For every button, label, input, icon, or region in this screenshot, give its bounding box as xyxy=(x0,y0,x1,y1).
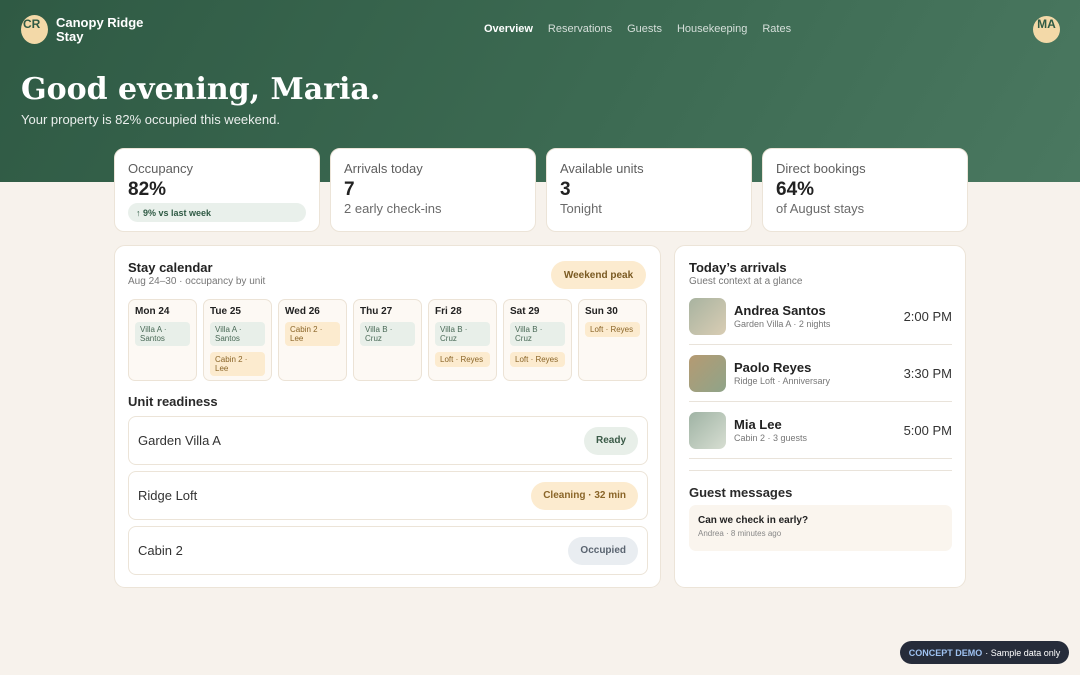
brand-logo: CR xyxy=(21,15,48,44)
demo-tag: CONCEPT DEMO xyxy=(908,647,983,658)
stay-block[interactable]: Loft · Reyes xyxy=(435,352,490,367)
divider xyxy=(689,470,952,471)
unit-row[interactable]: Garden Villa A Ready xyxy=(128,416,648,465)
stats-row: Occupancy 82% ↑ 9% vs last week Arrivals… xyxy=(114,148,968,232)
stay-block[interactable]: Villa A · Santos xyxy=(135,322,190,346)
greeting: Good evening, Maria. xyxy=(21,72,381,107)
unit-readiness-title: Unit readiness xyxy=(128,394,218,409)
day-name: Mon 24 xyxy=(135,306,170,317)
stay-block[interactable]: Loft · Reyes xyxy=(510,352,565,367)
arrivals-card: Today’s arrivals Guest context at a glan… xyxy=(674,245,966,588)
stat-sub: 2 early check-ins xyxy=(344,201,442,216)
unit-row[interactable]: Cabin 2 Occupied xyxy=(128,526,648,575)
message-meta: Andrea · 8 minutes ago xyxy=(698,529,782,538)
message-text: Can we check in early? xyxy=(698,515,809,526)
stat-value: 64% xyxy=(776,179,815,200)
day-sat-29[interactable]: Sat 29 Villa B · Cruz Loft · Reyes xyxy=(503,299,572,381)
guest-photo xyxy=(689,354,726,392)
brand-name: Canopy Ridge Stay xyxy=(56,14,144,44)
arrival-row[interactable]: Mia Lee Cabin 2 · 3 guests 5:00 PM xyxy=(689,402,952,459)
guest-meta: Garden Villa A · 2 nights xyxy=(734,319,831,329)
guest-photo xyxy=(689,411,726,449)
arrival-time: 5:00 PM xyxy=(903,422,952,438)
day-mon-24[interactable]: Mon 24 Villa A · Santos xyxy=(128,299,197,381)
stay-block[interactable]: Cabin 2 · Lee xyxy=(285,322,340,346)
brand[interactable]: CR Canopy Ridge Stay xyxy=(21,15,146,44)
stat-label: Available units xyxy=(560,161,644,176)
stat-direct-bookings[interactable]: Direct bookings 64% of August stays xyxy=(762,148,968,232)
user-avatar[interactable]: MA xyxy=(1033,16,1060,43)
stat-label: Direct bookings xyxy=(776,161,866,176)
arrivals-title: Today’s arrivals xyxy=(689,260,787,275)
status-badge: Occupied xyxy=(568,536,638,565)
nav-housekeeping[interactable]: Housekeeping xyxy=(677,23,747,35)
day-name: Sat 29 xyxy=(510,306,540,317)
stat-value: 7 xyxy=(344,179,355,200)
calendar-days: Mon 24 Villa A · Santos Tue 25 Villa A ·… xyxy=(128,299,647,381)
day-name: Sun 30 xyxy=(585,306,618,317)
unit-row[interactable]: Ridge Loft Cleaning · 32 min xyxy=(128,471,648,520)
stat-sub: of August stays xyxy=(776,201,865,216)
weekend-peak-badge: Weekend peak xyxy=(551,261,646,289)
demo-text: · Sample data only xyxy=(985,647,1061,658)
guest-name: Mia Lee xyxy=(734,417,782,432)
nav-overview[interactable]: Overview xyxy=(484,23,533,35)
stat-sub: Tonight xyxy=(560,201,602,216)
arrivals-subtitle: Guest context at a glance xyxy=(689,276,803,287)
arrival-time: 2:00 PM xyxy=(903,308,952,324)
greeting-subtitle: Your property is 82% occupied this weeke… xyxy=(21,112,280,127)
arrival-row[interactable]: Andrea Santos Garden Villa A · 2 nights … xyxy=(689,288,952,345)
day-thu-27[interactable]: Thu 27 Villa B · Cruz xyxy=(353,299,422,381)
stay-block[interactable]: Villa B · Cruz xyxy=(435,322,490,346)
day-name: Wed 26 xyxy=(285,306,320,317)
day-wed-26[interactable]: Wed 26 Cabin 2 · Lee xyxy=(278,299,347,381)
trend-pill: ↑ 9% vs last week xyxy=(128,203,306,222)
stay-block[interactable]: Villa B · Cruz xyxy=(360,322,415,346)
nav-guests[interactable]: Guests xyxy=(627,23,662,35)
day-tue-25[interactable]: Tue 25 Villa A · Santos Cabin 2 · Lee xyxy=(203,299,272,381)
stat-value: 82% xyxy=(128,179,167,200)
day-fri-28[interactable]: Fri 28 Villa B · Cruz Loft · Reyes xyxy=(428,299,497,381)
stay-block[interactable]: Cabin 2 · Lee xyxy=(210,352,265,376)
status-badge: Ready xyxy=(583,426,638,455)
main-nav: Overview Reservations Guests Housekeepin… xyxy=(484,23,806,35)
guest-photo xyxy=(689,297,726,335)
guest-name: Andrea Santos xyxy=(734,303,826,318)
stat-occupancy[interactable]: Occupancy 82% ↑ 9% vs last week xyxy=(114,148,320,232)
stat-label: Arrivals today xyxy=(344,161,423,176)
stay-block[interactable]: Villa A · Santos xyxy=(210,322,265,346)
stay-calendar-card: Stay calendar Aug 24–30 · occupancy by u… xyxy=(114,245,661,588)
arrivals-list: Andrea Santos Garden Villa A · 2 nights … xyxy=(689,288,952,459)
day-sun-30[interactable]: Sun 30 Loft · Reyes xyxy=(578,299,647,381)
day-name: Fri 28 xyxy=(435,306,462,317)
message-item[interactable]: Can we check in early? Andrea · 8 minute… xyxy=(689,505,952,551)
guest-meta: Cabin 2 · 3 guests xyxy=(734,433,808,443)
stay-block[interactable]: Loft · Reyes xyxy=(585,322,640,337)
stat-arrivals[interactable]: Arrivals today 7 2 early check-ins xyxy=(330,148,536,232)
unit-readiness-list: Garden Villa A Ready Ridge Loft Cleaning… xyxy=(128,416,648,581)
day-name: Tue 25 xyxy=(210,306,241,317)
guest-messages-title: Guest messages xyxy=(689,485,793,500)
arrival-row[interactable]: Paolo Reyes Ridge Loft · Anniversary 3:3… xyxy=(689,345,952,402)
unit-name: Ridge Loft xyxy=(138,488,198,503)
unit-name: Cabin 2 xyxy=(138,543,183,558)
stat-available-units[interactable]: Available units 3 Tonight xyxy=(546,148,752,232)
unit-name: Garden Villa A xyxy=(138,433,221,448)
stay-block[interactable]: Villa B · Cruz xyxy=(510,322,565,346)
stat-label: Occupancy xyxy=(128,161,194,176)
nav-reservations[interactable]: Reservations xyxy=(548,23,612,35)
concept-demo-badge: CONCEPT DEMO · Sample data only xyxy=(900,641,1069,664)
day-name: Thu 27 xyxy=(360,306,393,317)
guest-meta: Ridge Loft · Anniversary xyxy=(734,376,831,386)
stat-value: 3 xyxy=(560,179,571,200)
arrival-time: 3:30 PM xyxy=(903,365,952,381)
nav-rates[interactable]: Rates xyxy=(762,23,791,35)
guest-name: Paolo Reyes xyxy=(734,360,812,375)
status-badge: Cleaning · 32 min xyxy=(531,481,638,510)
